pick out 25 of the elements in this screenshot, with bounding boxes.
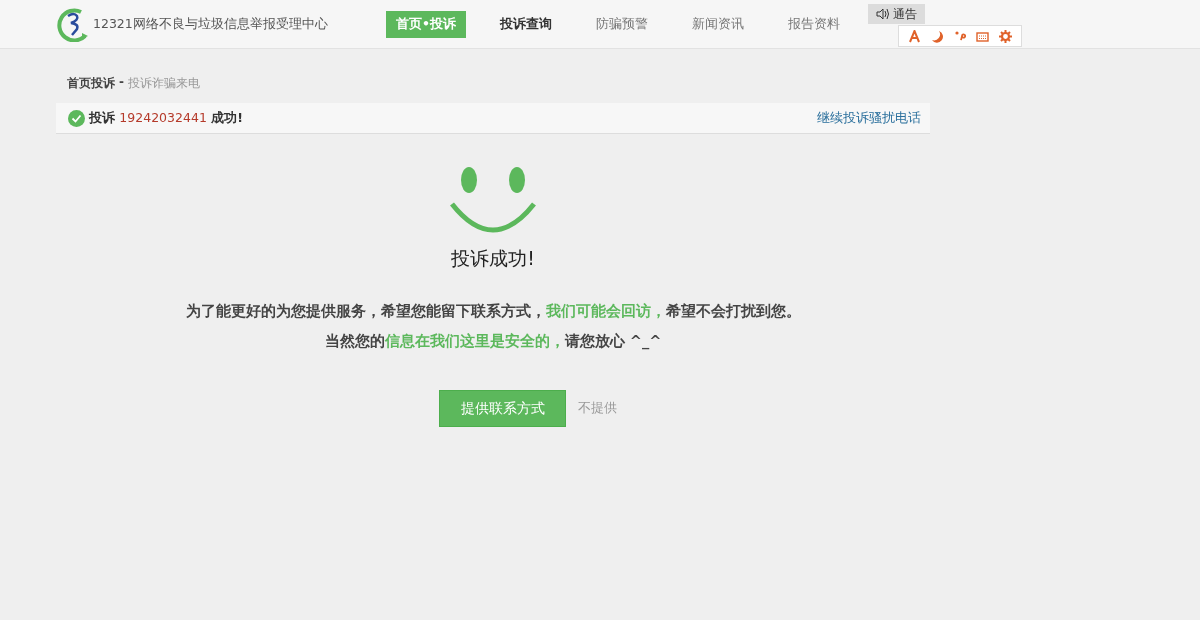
info-text: 为了能更好的为您提供服务，希望您能留下联系方式，我们可能会回访，希望不会打扰到您。 — [185, 302, 801, 320]
site-title: 12321网络不良与垃圾信息举报受理中心 — [93, 15, 328, 33]
breadcrumb-link[interactable]: 首页投诉 — [67, 75, 115, 95]
moon-icon[interactable] — [930, 29, 944, 43]
nav-tab[interactable]: 投诉查询 — [490, 10, 562, 38]
nav-tab[interactable]: 报告资料 — [778, 10, 850, 38]
breadcrumb-separator: - — [119, 75, 124, 91]
nav-tab[interactable]: 新闻资讯 — [682, 10, 754, 38]
status-message: 投诉 19242032441 成功! — [89, 109, 243, 127]
keyboard-icon[interactable] — [976, 29, 990, 43]
provide-contact-button[interactable]: 提供联系方式 — [439, 390, 566, 427]
font-icon[interactable] — [907, 29, 921, 43]
smiley-icon — [449, 166, 537, 234]
continue-link[interactable]: 继续投诉骚扰电话 — [817, 109, 921, 127]
speaker-icon — [876, 8, 889, 20]
nav-tab[interactable]: 首页•投诉 — [386, 10, 466, 38]
decline-link[interactable]: 不提供 — [578, 400, 617, 417]
info-text: 当然您的信息在我们这里是安全的，请您放心 ^_^ — [324, 332, 662, 350]
dots-icon[interactable] — [953, 29, 967, 43]
notice-button[interactable]: 通告 — [868, 4, 925, 24]
nav-tab[interactable]: 防骗预警 — [586, 10, 658, 38]
check-circle-icon — [68, 109, 85, 127]
settings-icon[interactable] — [999, 29, 1013, 43]
breadcrumb-current: 投诉诈骗来电 — [128, 75, 200, 92]
success-title: 投诉成功! — [451, 246, 535, 271]
